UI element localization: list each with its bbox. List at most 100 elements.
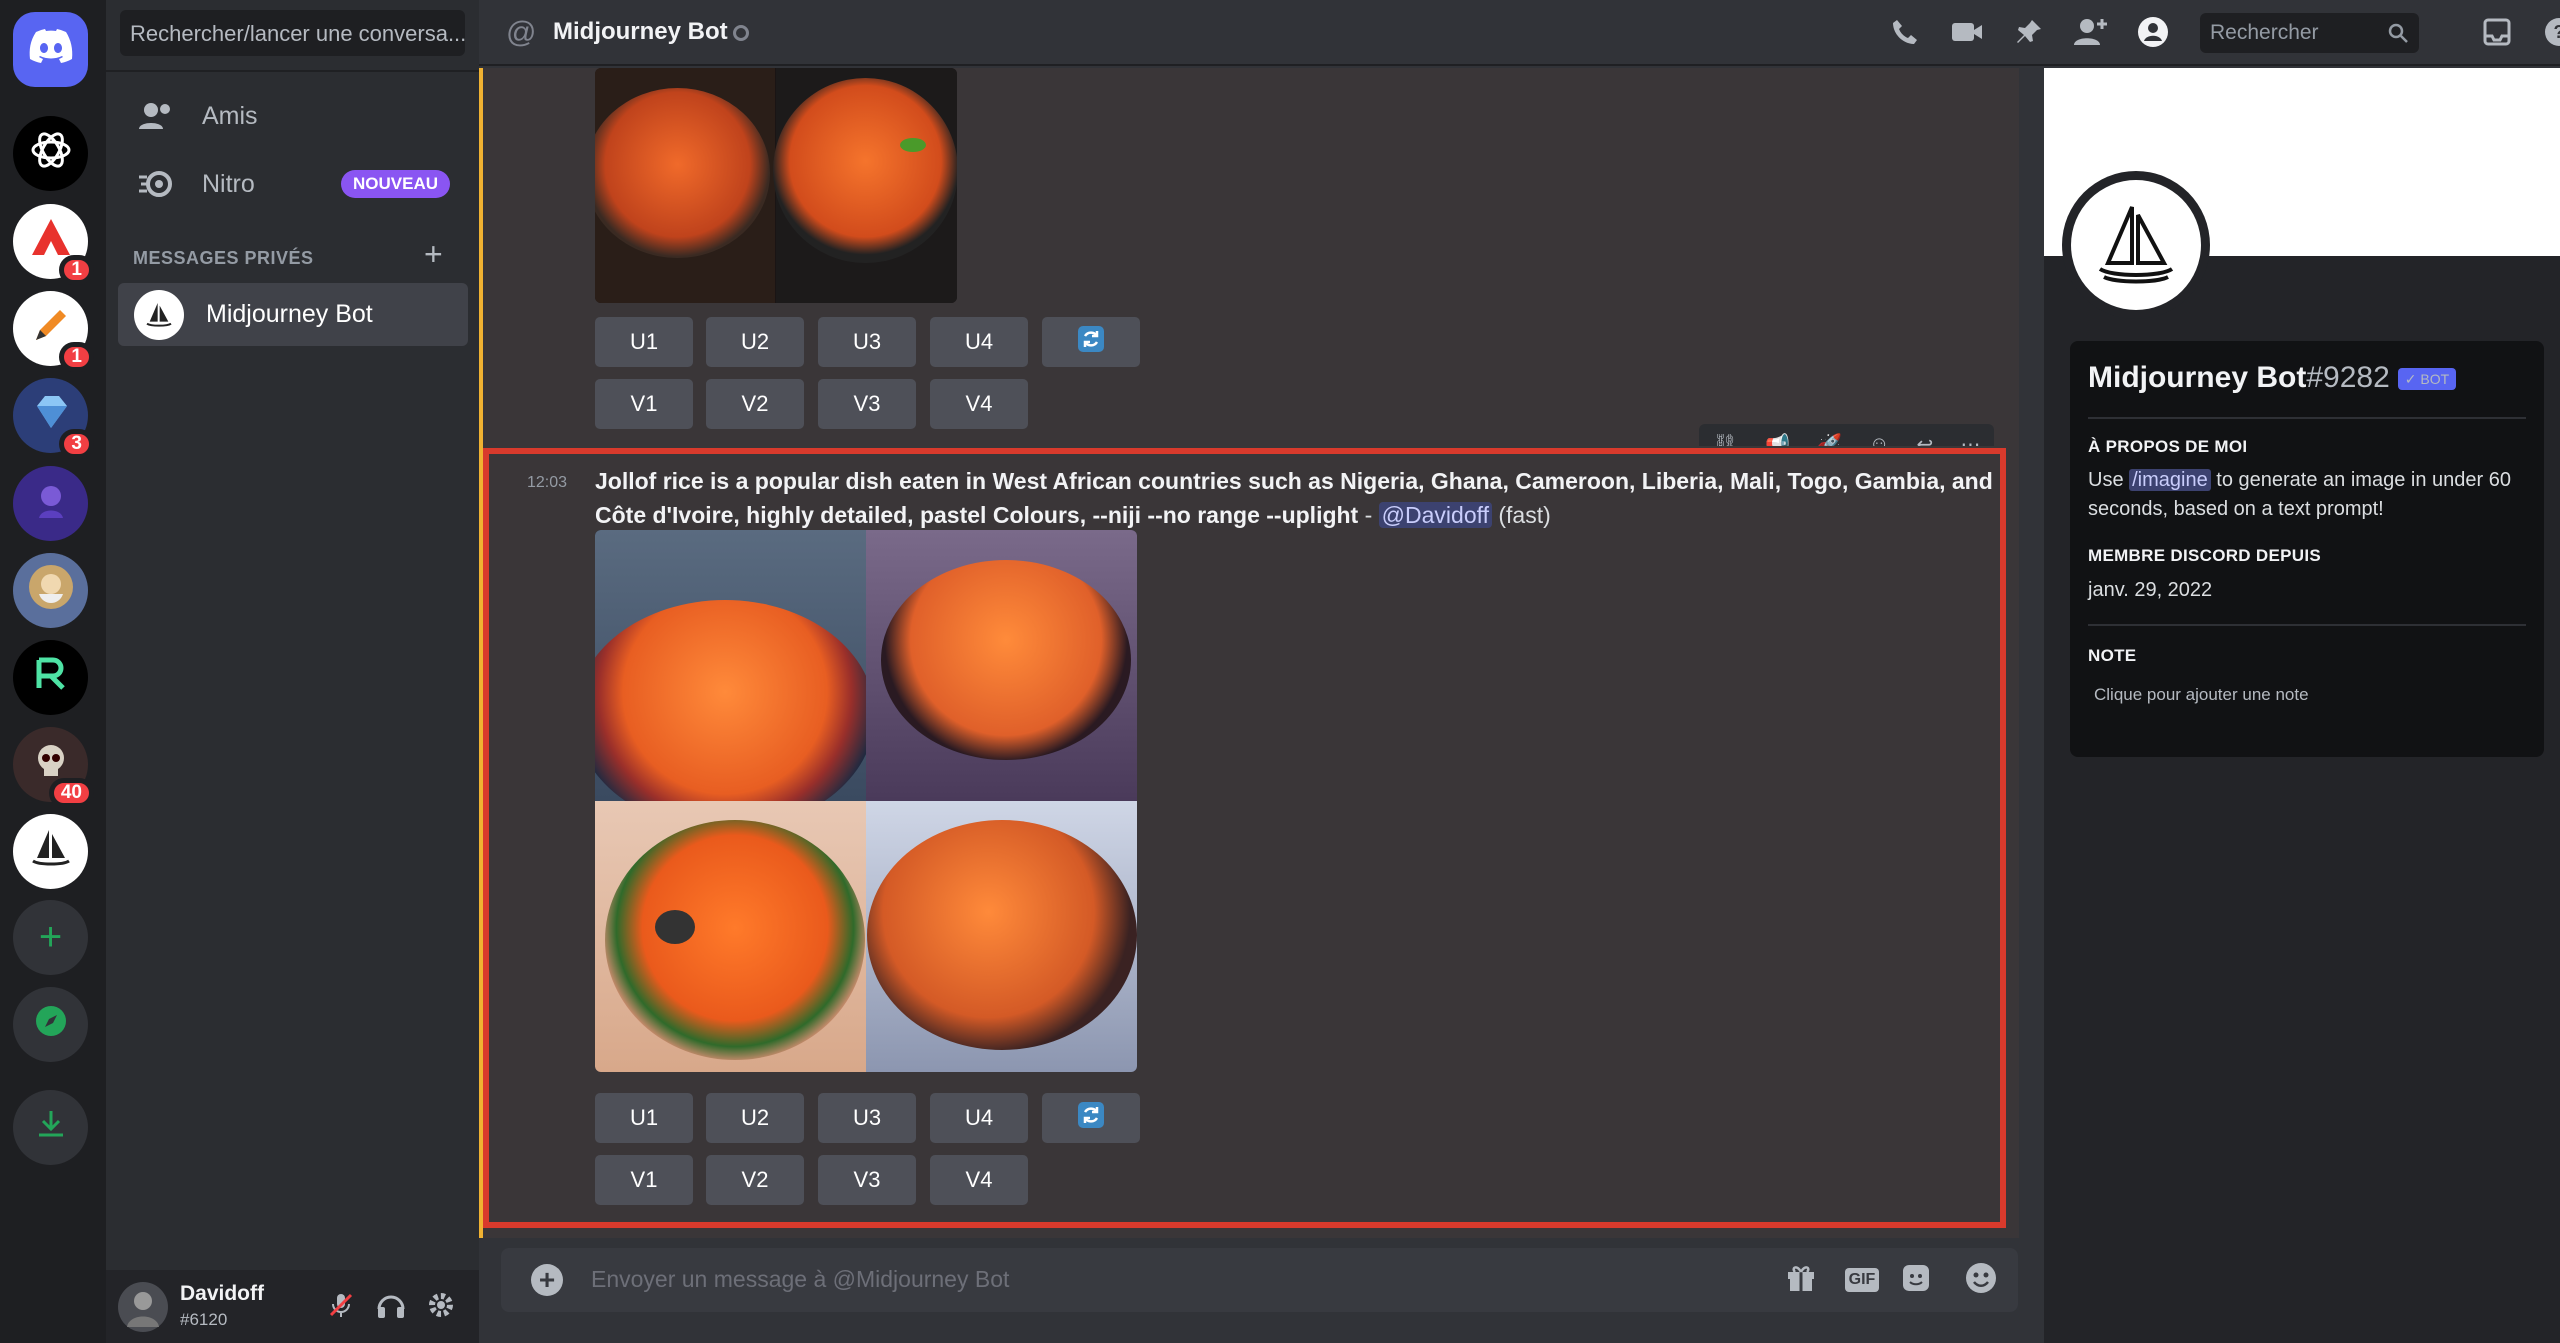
add-server-button[interactable]: + [13,900,88,975]
avatar [134,289,184,340]
notification-badge: 3 [59,429,94,459]
gift-icon [1785,1262,1817,1299]
message-composer[interactable]: + Envoyer un message à @Midjourney Bot G… [501,1248,2018,1312]
user-settings-button[interactable] [424,1290,458,1324]
profile-discriminator: #9282 [2306,361,2390,394]
about-heading: À PROPOS DE MOI [2088,437,2248,456]
attach-button[interactable]: + [531,1264,563,1296]
server-red-triangle[interactable]: 1 [13,204,94,285]
home-button[interactable] [13,12,88,87]
note-input[interactable]: Clique pour ajouter une note [2094,685,2309,705]
gif-button[interactable]: GIF [1844,1262,1880,1298]
dm-sidebar: Rechercher/lancer une conversa... Amis N… [106,0,479,1343]
server-pencil[interactable]: 1 [13,291,94,372]
server-skull[interactable]: 40 [13,727,94,808]
server-rail: 1 1 3 40 + [0,0,106,1343]
video-call-button[interactable] [1949,16,1985,52]
chatgpt-icon [27,126,75,182]
message-previous: U1 U2 U3 U4 V1 V2 V3 V4 [479,68,2019,448]
user-profile-toggle[interactable] [2135,16,2171,52]
explore-button[interactable] [13,987,88,1062]
reroll-button[interactable] [1042,317,1140,367]
nav-friends[interactable]: Amis [118,87,468,145]
search-icon [2387,22,2409,50]
profile-card: Midjourney Bot#9282 ✓ BOT À PROPOS DE MOI… [2070,341,2544,757]
nitro-icon [138,165,176,203]
wizard-icon [26,562,76,620]
username: Davidoff [180,1282,264,1305]
pinned-messages-button[interactable] [2011,16,2047,52]
about-text: Use /imagine to generate an image in und… [2088,466,2528,524]
image-grid[interactable] [595,68,957,303]
help-icon: ? [2543,16,2560,53]
divider [106,70,479,72]
note-heading: NOTE [2088,646,2137,665]
add-friends-to-dm-button[interactable] [2073,16,2109,52]
inbox-button[interactable] [2479,16,2515,52]
page-title: Midjourney Bot [553,18,728,45]
message-list: U1 U2 U3 U4 V1 V2 V3 V4 ⛓ 📢 🚀 ☺ ↩ ⋯ 12:0… [479,68,2044,1238]
nav-friends-label: Amis [202,101,258,130]
dm-item-label: Midjourney Bot [206,300,373,328]
upscale-4-button[interactable]: U4 [930,317,1028,367]
gear-icon [426,1290,456,1325]
dm-search-input[interactable]: Rechercher/lancer une conversa... [120,10,465,56]
imagine-command[interactable]: /imagine [2129,469,2211,491]
mute-mic-button[interactable] [324,1290,358,1324]
variation-4-button[interactable]: V4 [930,379,1028,429]
gift-button[interactable] [1783,1262,1819,1298]
discord-app: 1 1 3 40 + Rechercher/lancer une convers… [0,0,2560,1343]
headphones-icon [376,1291,406,1324]
download-apps-button[interactable] [13,1090,88,1165]
nav-nitro-label: Nitro [202,169,255,198]
mic-muted-icon [327,1291,355,1324]
server-wizard[interactable] [13,553,88,628]
server-gem[interactable]: 3 [13,378,94,459]
member-since-date: janv. 29, 2022 [2088,579,2213,601]
upscale-2-button[interactable]: U2 [706,317,804,367]
r-logo-icon [31,654,71,702]
user-avatar[interactable] [118,1282,168,1332]
pin-icon [2014,17,2044,52]
server-chatgpt[interactable] [13,116,88,191]
server-ai-art[interactable] [13,466,88,541]
compass-icon [33,1003,69,1047]
variation-2-button[interactable]: V2 [706,379,804,429]
channel-header: @ Midjourney Bot Rechercher ? [479,0,2560,66]
server-r-logo[interactable] [13,640,88,715]
server-midjourney[interactable] [13,814,88,889]
help-button[interactable]: ? [2541,16,2560,52]
profile-avatar[interactable] [2062,171,2210,319]
nav-nitro[interactable]: Nitro NOUVEAU [118,155,468,213]
emoji-button[interactable] [1963,1262,1999,1298]
voice-call-button[interactable] [1887,16,1923,52]
inbox-icon [2482,17,2512,52]
add-user-icon [2074,17,2108,52]
discord-logo-icon [29,28,73,71]
notification-badge: 1 [59,255,94,285]
variation-1-button[interactable]: V1 [595,379,693,429]
phone-icon [1889,16,1921,53]
refresh-icon [1076,324,1106,360]
upscale-1-button[interactable]: U1 [595,317,693,367]
user-panel: Davidoff #6120 [106,1270,479,1343]
upscale-3-button[interactable]: U3 [818,317,916,367]
deafen-button[interactable] [374,1290,408,1324]
video-icon [1950,18,1984,51]
notification-badge: 1 [59,342,94,372]
plus-icon: + [38,915,63,959]
divider [2088,417,2526,419]
about-prefix: Use [2088,469,2130,491]
member-since-heading: MEMBRE DISCORD DEPUIS [2088,546,2321,565]
variation-3-button[interactable]: V3 [818,379,916,429]
dm-item-midjourney-bot[interactable]: Midjourney Bot [118,283,468,346]
profile-username: Midjourney Bot [2088,361,2307,394]
message-input-placeholder: Envoyer un message à @Midjourney Bot [591,1266,1010,1292]
header-search-input[interactable]: Rechercher [2200,13,2419,53]
at-icon: @ [506,16,537,49]
profile-icon [2137,16,2169,53]
status-indicator [733,25,749,41]
sticker-button[interactable] [1898,1262,1934,1298]
sailboat-icon [27,824,75,880]
create-dm-button[interactable]: + [424,238,443,270]
